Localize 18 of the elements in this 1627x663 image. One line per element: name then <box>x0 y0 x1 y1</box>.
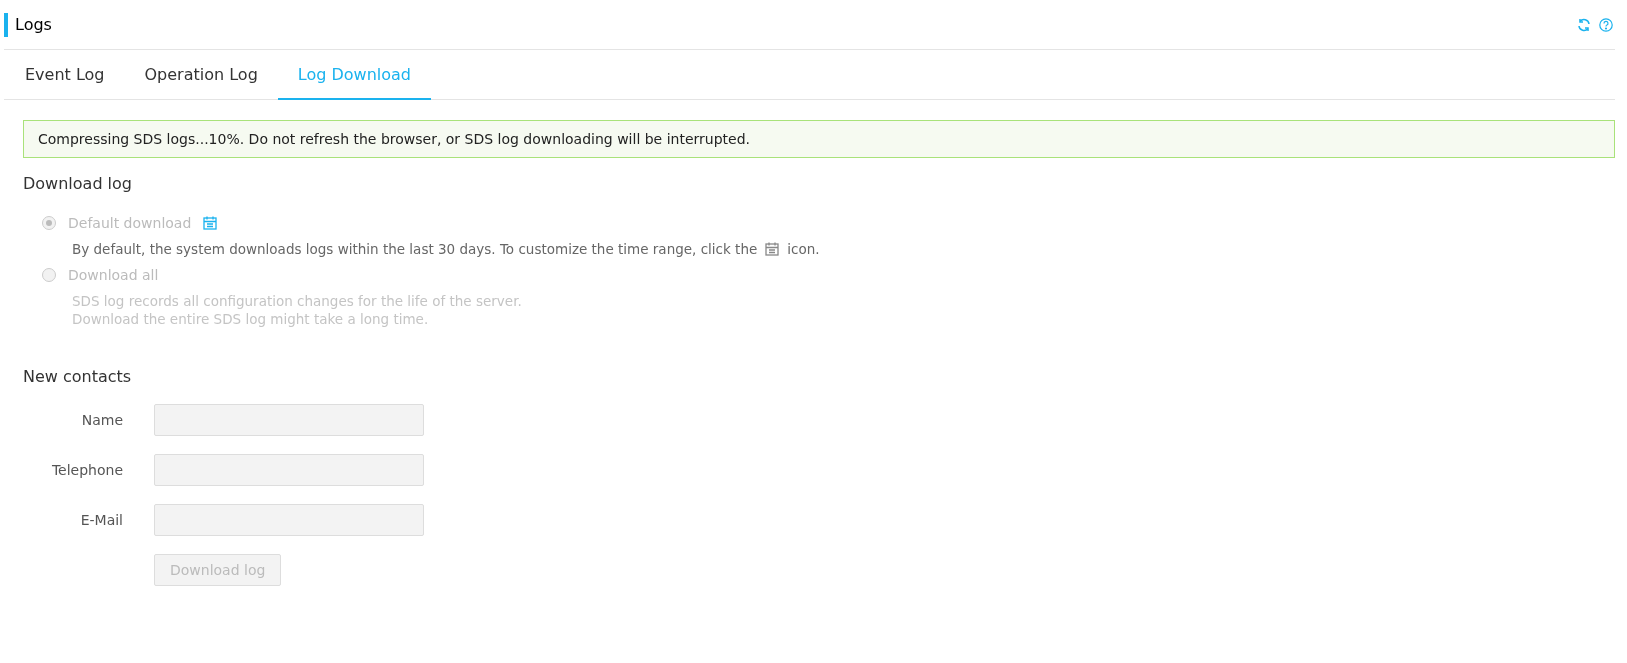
help-icon[interactable] <box>1599 17 1613 32</box>
field-label: Telephone <box>50 462 123 478</box>
description-text: icon. <box>787 241 820 257</box>
option-label: Download all <box>68 267 159 283</box>
progress-alert: Compressing SDS logs...10%. Do not refresh the browser, or SDS log downloading will be interrupted. <box>23 120 1615 158</box>
description-text: By default, the system downloads logs within the last 30 days. To customize the time range, click the <box>72 241 758 257</box>
description-text: SDS log records all configuration changes for the life of the server. <box>72 293 523 309</box>
page-title: Logs <box>4 12 52 37</box>
refresh-icon[interactable] <box>1577 17 1591 32</box>
calendar-icon <box>765 242 780 256</box>
tab[interactable]: Operation Log <box>124 50 278 100</box>
section-heading: Download log <box>23 174 133 193</box>
field-label: E-Mail <box>79 512 123 528</box>
field-label: Name <box>80 412 123 428</box>
tab[interactable]: Event Log <box>5 50 125 100</box>
option-label: Default download <box>68 215 192 231</box>
section-heading: New contacts <box>23 367 133 386</box>
description-text: Download the entire SDS log might take a long time. <box>72 311 430 327</box>
